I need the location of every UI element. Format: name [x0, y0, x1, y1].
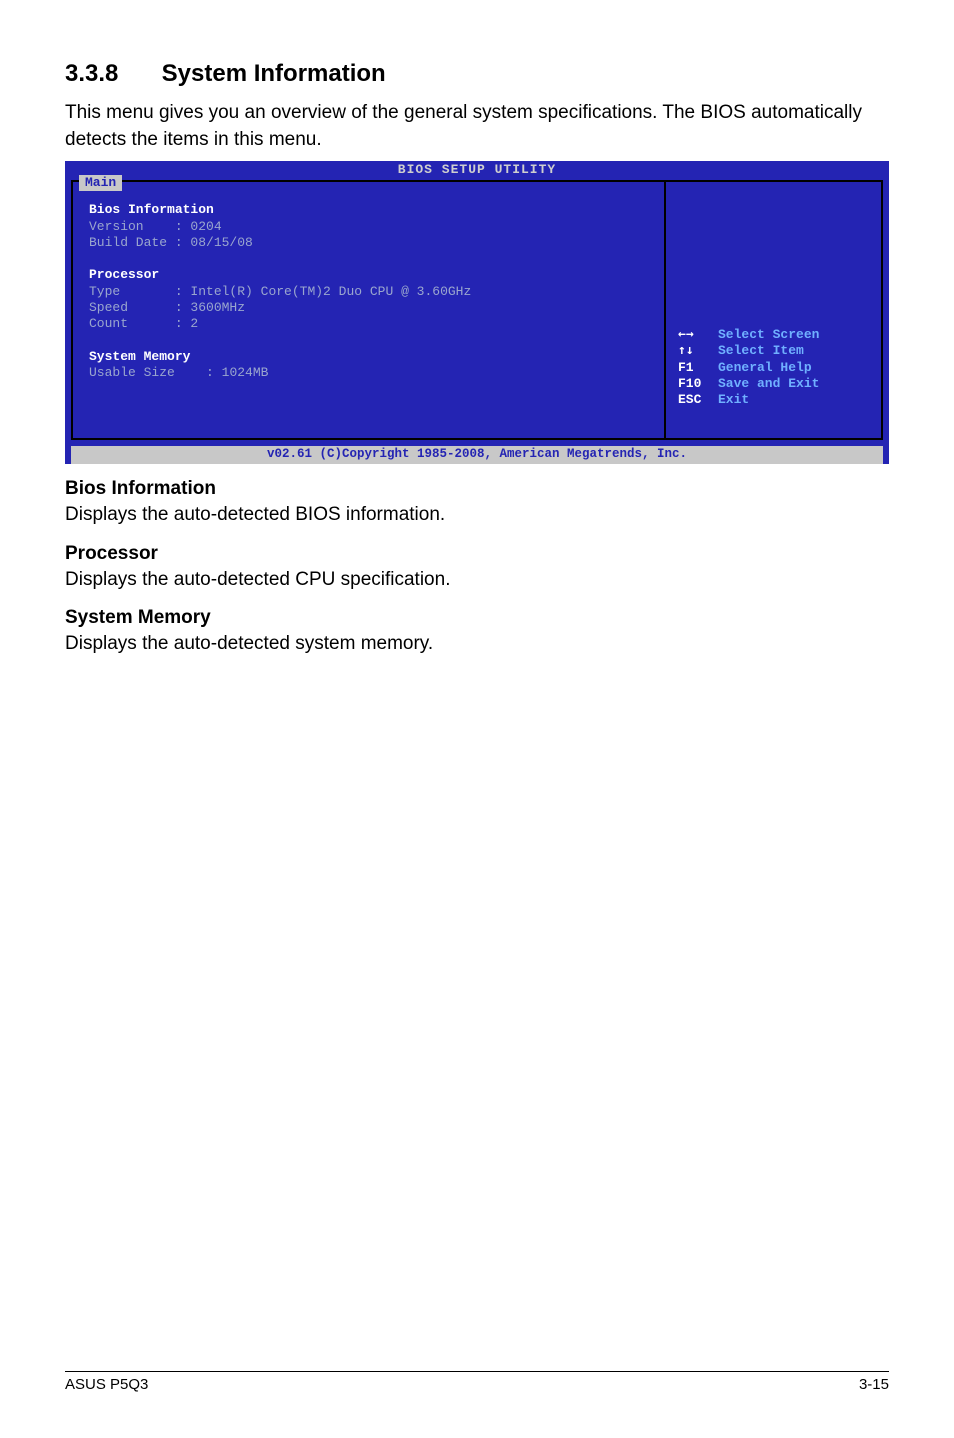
intro-paragraph: This menu gives you an overview of the g… — [65, 100, 889, 153]
help-exit: Exit — [718, 392, 749, 407]
bios-title: BIOS SETUP UTILITY — [65, 161, 889, 178]
section-title: System Information — [162, 60, 386, 87]
proc-count-label: Count — [89, 316, 128, 331]
mem-usable-value: : 1024MB — [206, 365, 268, 380]
version-value: : 0204 — [175, 219, 222, 234]
doc-bios-info-text: Displays the auto-detected BIOS informat… — [65, 502, 889, 529]
footer-left: ASUS P5Q3 — [65, 1376, 148, 1393]
footer-right: 3-15 — [859, 1376, 889, 1393]
help-general-help: General Help — [718, 360, 812, 375]
doc-bios-info-heading: Bios Information — [65, 478, 889, 500]
build-date-label: Build Date — [89, 235, 167, 250]
key-f10: F10 — [678, 376, 718, 392]
doc-processor-text: Displays the auto-detected CPU specifica… — [65, 567, 889, 594]
version-label: Version — [89, 219, 144, 234]
build-date-value: : 08/15/08 — [175, 235, 253, 250]
help-save-exit: Save and Exit — [718, 376, 819, 391]
key-esc: ESC — [678, 392, 718, 408]
section-number: 3.3.8 — [65, 60, 155, 88]
proc-type-value: : Intel(R) Core(TM)2 Duo CPU @ 3.60GHz — [175, 284, 471, 299]
proc-type-label: Type — [89, 284, 120, 299]
bios-help-list: ←→Select Screen ↑↓Select Item F1General … — [678, 327, 819, 408]
help-select-item: Select Item — [718, 343, 804, 358]
arrow-up-down-icon: ↑↓ — [678, 343, 718, 359]
arrow-left-right-icon: ←→ — [678, 327, 718, 343]
page-footer: ASUS P5Q3 3-15 — [65, 1371, 889, 1393]
bios-window: BIOS SETUP UTILITY Main Bios Information… — [65, 161, 889, 464]
bios-info-panel: Bios Information Version : 0204 Build Da… — [73, 182, 666, 438]
proc-count-value: : 2 — [175, 316, 198, 331]
key-f1: F1 — [678, 360, 718, 376]
mem-usable-label: Usable Size — [89, 365, 175, 380]
processor-header: Processor — [89, 267, 159, 282]
bios-info-header: Bios Information — [89, 202, 214, 217]
doc-memory-text: Displays the auto-detected system memory… — [65, 631, 889, 658]
bios-copyright: v02.61 (C)Copyright 1985-2008, American … — [71, 446, 883, 464]
proc-speed-label: Speed — [89, 300, 128, 315]
bios-help-panel: ←→Select Screen ↑↓Select Item F1General … — [666, 182, 881, 438]
bios-tab-main[interactable]: Main — [79, 175, 122, 191]
doc-processor-heading: Processor — [65, 543, 889, 565]
section-heading: 3.3.8 System Information — [65, 60, 889, 88]
proc-speed-value: : 3600MHz — [175, 300, 245, 315]
memory-header: System Memory — [89, 349, 190, 364]
help-select-screen: Select Screen — [718, 327, 819, 342]
bios-body: Bios Information Version : 0204 Build Da… — [71, 180, 883, 440]
doc-memory-heading: System Memory — [65, 607, 889, 629]
